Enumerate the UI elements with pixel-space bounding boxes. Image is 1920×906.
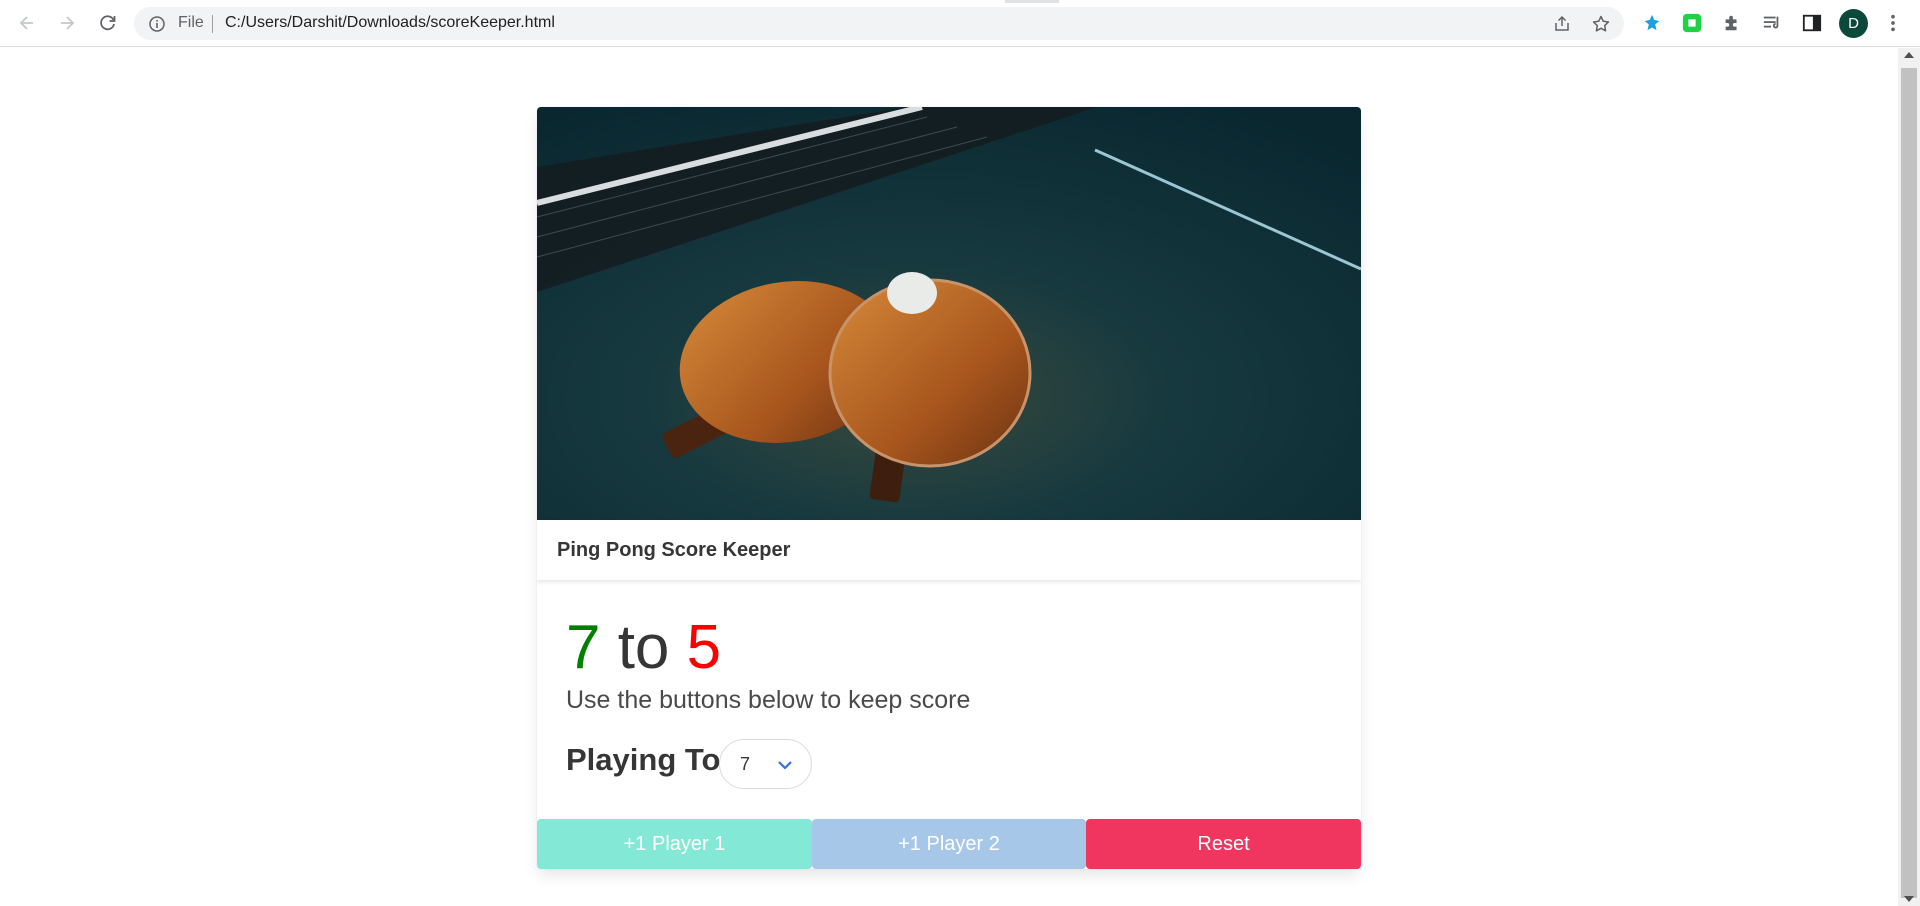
playing-to-label: Playing To <box>566 742 721 777</box>
tab-strip-edge <box>1005 0 1059 3</box>
back-icon <box>19 16 33 30</box>
profile-avatar[interactable]: D <box>1839 9 1868 38</box>
scroll-up-arrow-icon[interactable] <box>1904 52 1914 58</box>
scroll-thumb[interactable] <box>1901 68 1917 898</box>
star-icon[interactable] <box>1591 14 1611 34</box>
ping-pong-image <box>537 107 1361 520</box>
score-separator: to <box>600 613 687 682</box>
reload-icon <box>100 15 116 31</box>
reset-button[interactable]: Reset <box>1086 819 1361 869</box>
address-scheme-label: File <box>178 14 204 31</box>
card-header: Ping Pong Score Keeper <box>537 520 1361 580</box>
share-icon[interactable] <box>1552 14 1572 34</box>
score-display: 7 to 5 <box>566 617 721 679</box>
info-icon[interactable] <box>148 15 166 33</box>
playing-to-select[interactable]: 7 <box>719 739 812 789</box>
menu-dots-icon[interactable] <box>1882 12 1904 34</box>
playing-to-value: 7 <box>740 754 751 774</box>
address-url[interactable]: C:/Users/Darshit/Downloads/scoreKeeper.h… <box>225 14 555 32</box>
player2-score: 5 <box>686 613 722 682</box>
page-scrollbar[interactable] <box>1898 48 1920 906</box>
reload-button[interactable] <box>93 8 123 38</box>
chevron-down-icon <box>778 761 792 770</box>
side-panel-icon[interactable] <box>1801 12 1823 34</box>
player1-score: 7 <box>566 613 601 682</box>
address-bar[interactable]: File C:/Users/Darshit/Downloads/scoreKee… <box>134 7 1624 40</box>
extension-blue-icon[interactable] <box>1641 12 1663 34</box>
scroll-down-arrow-icon[interactable] <box>1904 896 1914 902</box>
forward-button[interactable] <box>52 8 82 38</box>
score-instructions: Use the buttons below to keep score <box>566 686 971 714</box>
forward-icon <box>61 16 75 30</box>
extension-green-icon[interactable] <box>1681 12 1703 34</box>
add-point-player1-button[interactable]: +1 Player 1 <box>537 819 812 869</box>
add-point-player2-button[interactable]: +1 Player 2 <box>812 819 1086 869</box>
back-button[interactable] <box>12 8 42 38</box>
card-title: Ping Pong Score Keeper <box>557 539 791 561</box>
address-separator <box>212 15 213 33</box>
puzzle-icon[interactable] <box>1721 12 1743 34</box>
reading-list-icon[interactable] <box>1761 12 1783 34</box>
score-buttons: +1 Player 1 +1 Player 2 Reset <box>537 819 1361 869</box>
browser-toolbar: File C:/Users/Darshit/Downloads/scoreKee… <box>0 0 1920 47</box>
